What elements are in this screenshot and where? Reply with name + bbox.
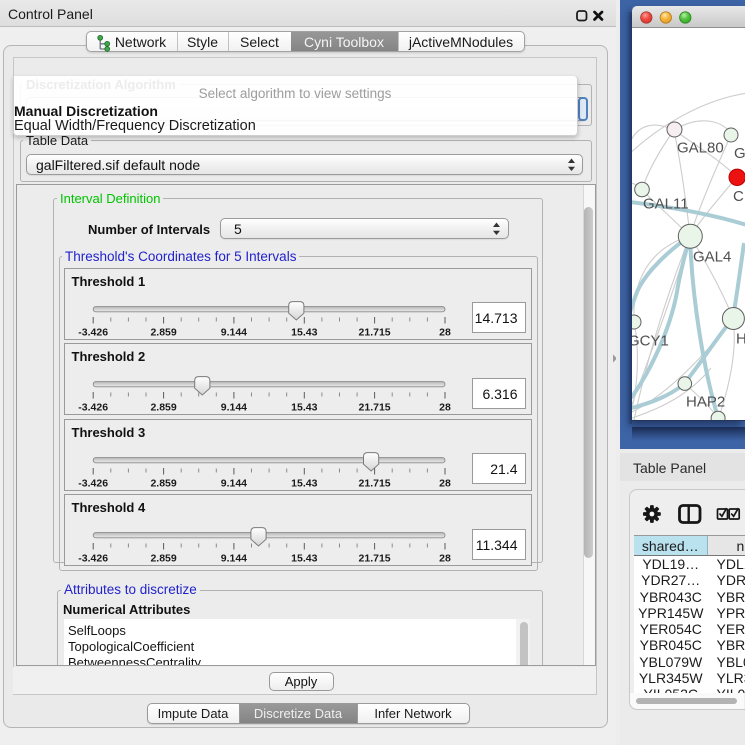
svg-text:-3.426: -3.426 [78, 477, 108, 489]
svg-text:GAL11: GAL11 [643, 195, 689, 212]
svg-text:21.715: 21.715 [358, 402, 390, 414]
svg-text:15.43: 15.43 [291, 553, 317, 565]
svg-text:-3.426: -3.426 [78, 326, 108, 338]
svg-text:15.43: 15.43 [291, 326, 317, 338]
svg-text:-3.426: -3.426 [78, 402, 108, 414]
svg-text:GA: GA [734, 145, 745, 162]
svg-text:28: 28 [439, 553, 451, 565]
svg-text:15.43: 15.43 [291, 402, 317, 414]
svg-text:9.144: 9.144 [220, 326, 246, 338]
svg-text:GCY1: GCY1 [632, 332, 669, 349]
svg-text:HAP2: HAP2 [686, 393, 725, 410]
svg-text:2.859: 2.859 [150, 553, 176, 565]
svg-text:21.715: 21.715 [358, 477, 390, 489]
svg-text:9.144: 9.144 [220, 477, 246, 489]
svg-text:28: 28 [439, 402, 451, 414]
svg-text:2.859: 2.859 [150, 477, 176, 489]
svg-text:15.43: 15.43 [291, 477, 317, 489]
svg-text:GAL4: GAL4 [693, 248, 731, 265]
svg-text:C: C [733, 188, 744, 205]
svg-text:2.859: 2.859 [150, 402, 176, 414]
svg-text:28: 28 [439, 326, 451, 338]
svg-text:2.859: 2.859 [150, 326, 176, 338]
svg-text:9.144: 9.144 [220, 553, 246, 565]
svg-text:28: 28 [439, 477, 451, 489]
svg-text:H: H [736, 330, 745, 347]
svg-text:21.715: 21.715 [358, 326, 390, 338]
svg-text:21.715: 21.715 [358, 553, 390, 565]
svg-text:-3.426: -3.426 [78, 553, 108, 565]
svg-text:GAL80: GAL80 [677, 139, 724, 156]
svg-text:9.144: 9.144 [220, 402, 246, 414]
